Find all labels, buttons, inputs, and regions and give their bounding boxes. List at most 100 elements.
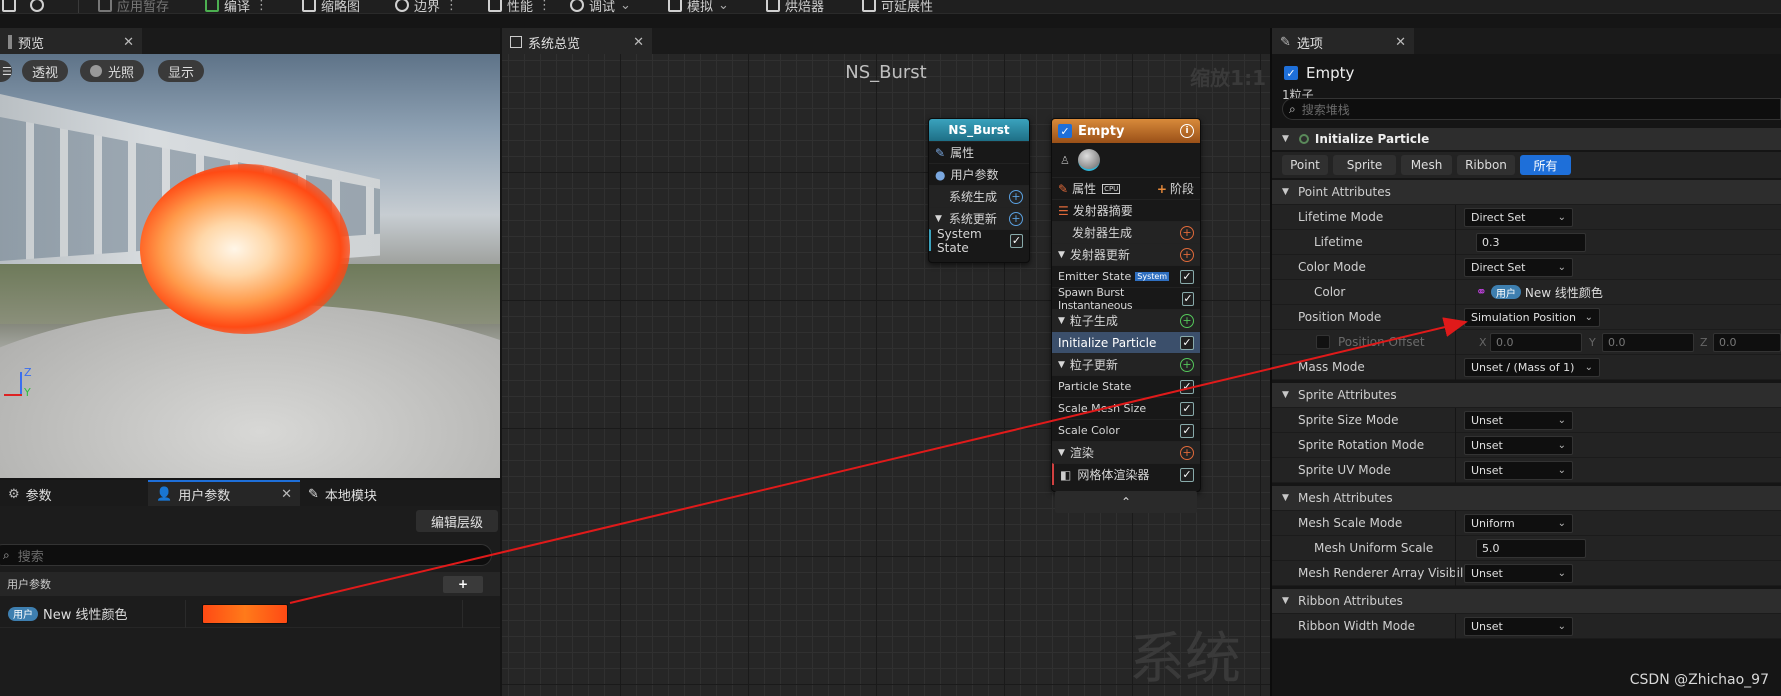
sprite-attributes-category[interactable]: ▼ Sprite Attributes	[1272, 383, 1781, 408]
add-renderer-icon[interactable]: +	[1180, 445, 1194, 460]
emitter-properties-row[interactable]: ✎ 属性 CPU + 阶段	[1052, 177, 1200, 199]
add-module-icon[interactable]: +	[1180, 313, 1194, 328]
collapse-icon[interactable]: ▼	[1282, 596, 1289, 606]
emitter-update-row[interactable]: ▼ 发射器更新 +	[1052, 243, 1200, 265]
system-user-params-row[interactable]: ● 用户参数	[929, 163, 1029, 185]
particle-state-row[interactable]: Particle State ✓	[1052, 375, 1200, 397]
mesh-renderer-row[interactable]: ◧ 网格体渲染器 ✓	[1052, 463, 1200, 485]
close-icon[interactable]: ✕	[1395, 35, 1406, 50]
edit-hierarchy-button[interactable]: 编辑层级	[416, 510, 498, 532]
sprite-size-mode-dropdown[interactable]: Unset ⌄	[1464, 410, 1573, 430]
debug-button[interactable]: 调试 ⌄	[570, 0, 631, 13]
ribbon-attributes-category[interactable]: ▼ Ribbon Attributes	[1272, 589, 1781, 614]
mesh-scale-mode-dropdown[interactable]: Uniform ⌄	[1464, 513, 1573, 533]
lifetime-input[interactable]: 0.3	[1476, 232, 1586, 252]
offset-z-input[interactable]: 0.0	[1713, 333, 1781, 352]
emitter-node-header[interactable]: ✓ Empty i	[1052, 119, 1200, 143]
show-button[interactable]: 显示	[158, 60, 205, 82]
tab-options[interactable]: ✎ 选项 ✕	[1272, 28, 1414, 54]
emitter-state-row[interactable]: Emitter State System ✓	[1052, 265, 1200, 287]
add-param-button[interactable]: +	[443, 575, 483, 593]
emitter-spawn-row[interactable]: 发射器生成 +	[1052, 221, 1200, 243]
emitter-enable-checkbox[interactable]: ✓	[1284, 66, 1298, 80]
lifetime-mode-dropdown[interactable]: Direct Set ⌄	[1464, 207, 1573, 227]
collapse-icon[interactable]: ▼	[1282, 493, 1289, 503]
sprite-rotation-mode-dropdown[interactable]: Unset ⌄	[1464, 435, 1573, 455]
tab-local-modules[interactable]: ✎ 本地模块	[300, 480, 385, 506]
collapse-icon[interactable]: ▼	[1058, 448, 1065, 458]
collapse-icon[interactable]: ▼	[935, 214, 942, 224]
preview-viewport[interactable]: Z Y ☰ 透视 光照 显示	[0, 54, 500, 478]
tab-params[interactable]: ⚙ 参数	[0, 480, 148, 506]
color-binding[interactable]: ⚭ 用户 New 线性颜色	[1476, 280, 1603, 305]
close-icon[interactable]: ✕	[281, 487, 292, 502]
info-icon[interactable]: i	[1180, 124, 1194, 138]
bounds-button[interactable]: 边界 ⋮	[395, 0, 458, 13]
emitter-summary-row[interactable]: ☰ 发射器摘要	[1052, 199, 1200, 221]
add-module-icon[interactable]: +	[1009, 211, 1023, 226]
ribbon-width-mode-dropdown[interactable]: Unset ⌄	[1464, 616, 1573, 636]
emitter-enable-checkbox[interactable]: ✓	[1058, 124, 1072, 138]
filter-point[interactable]: Point	[1282, 155, 1328, 175]
tab-user-params[interactable]: 👤 用户参数 ✕	[148, 480, 300, 506]
mesh-uniform-scale-input[interactable]: 5.0	[1476, 538, 1586, 558]
collapse-icon[interactable]: ▼	[1058, 250, 1065, 260]
params-search-field[interactable]: ⌕ 搜索	[0, 544, 492, 566]
sprite-uv-mode-dropdown[interactable]: Unset ⌄	[1464, 460, 1573, 480]
system-state-checkbox[interactable]: ✓	[1010, 233, 1023, 248]
collapse-icon[interactable]: ▼	[1282, 134, 1289, 144]
filter-sprite[interactable]: Sprite	[1333, 155, 1396, 175]
system-node[interactable]: NS_Burst ✎ 属性 ● 用户参数 系统生成 + ▼ 系统更新 + System S…	[928, 118, 1030, 263]
mesh-renderer-checkbox[interactable]: ✓	[1180, 467, 1194, 482]
viewport-menu-button[interactable]: ☰	[0, 60, 12, 82]
save-icon[interactable]	[2, 0, 16, 13]
lighting-button[interactable]: 光照	[80, 60, 145, 82]
filter-mesh[interactable]: Mesh	[1401, 155, 1452, 175]
user-param-row[interactable]: 用户 New 线性颜色	[0, 600, 500, 628]
stack-search-field[interactable]: ⌕ 搜索堆栈	[1282, 98, 1781, 120]
mesh-renderer-array-visibility-dropdown[interactable]: Unset ⌄	[1464, 563, 1573, 583]
apply-button[interactable]: 应用暂存	[98, 0, 169, 13]
scale-mesh-size-row[interactable]: Scale Mesh Size ✓	[1052, 397, 1200, 419]
simulation-button[interactable]: 模拟 ⌄	[668, 0, 729, 13]
emitter-state-checkbox[interactable]: ✓	[1180, 269, 1194, 284]
collapse-icon[interactable]: ▼	[1282, 390, 1289, 400]
filter-all[interactable]: 所有	[1520, 155, 1571, 175]
close-icon[interactable]: ✕	[633, 35, 644, 50]
module-header[interactable]: ▼ Initialize Particle	[1272, 128, 1781, 150]
offset-y-input[interactable]: 0.0	[1602, 333, 1694, 352]
compile-button[interactable]: 编译 ⋮	[205, 0, 268, 13]
add-stage-button[interactable]: 阶段	[1170, 180, 1194, 197]
particle-spawn-row[interactable]: ▼ 粒子生成 +	[1052, 309, 1200, 331]
filter-ribbon[interactable]: Ribbon	[1457, 155, 1515, 175]
scalability-button[interactable]: 可延展性	[862, 0, 933, 13]
scale-color-row[interactable]: Scale Color ✓	[1052, 419, 1200, 441]
scale-color-checkbox[interactable]: ✓	[1180, 423, 1194, 438]
system-state-row[interactable]: System State ✓	[929, 227, 1029, 255]
tab-system-overview[interactable]: 系统总览 ✕	[502, 28, 652, 54]
system-spawn-row[interactable]: 系统生成 +	[929, 185, 1029, 207]
spawn-burst-checkbox[interactable]: ✓	[1181, 291, 1194, 306]
collapse-node-button[interactable]: ⌃	[1055, 491, 1197, 513]
initialize-particle-row[interactable]: Initialize Particle ✓	[1052, 331, 1200, 353]
scale-mesh-size-checkbox[interactable]: ✓	[1180, 401, 1194, 416]
collapse-icon[interactable]: ▼	[1282, 187, 1289, 197]
spawn-burst-row[interactable]: Spawn Burst Instantaneous ✓	[1052, 286, 1200, 312]
add-module-icon[interactable]: +	[1009, 189, 1023, 204]
emitter-node[interactable]: ✓ Empty i ♙ ✎ 属性 CPU + 阶段 ☰ 发射器摘要 发射器生成 + ▼ 发射器…	[1051, 118, 1201, 513]
system-properties-row[interactable]: ✎ 属性	[929, 141, 1029, 163]
param-color-swatch[interactable]	[202, 604, 288, 624]
thumbnail-button[interactable]: 缩略图	[302, 0, 360, 13]
perspective-button[interactable]: 透视	[22, 60, 69, 82]
particle-state-checkbox[interactable]: ✓	[1180, 379, 1194, 394]
position-offset-checkbox[interactable]	[1316, 335, 1330, 349]
browse-icon[interactable]	[30, 0, 44, 13]
mesh-attributes-category[interactable]: ▼ Mesh Attributes	[1272, 486, 1781, 511]
close-icon[interactable]: ✕	[123, 35, 134, 50]
render-row[interactable]: ▼ 渲染 +	[1052, 441, 1200, 463]
position-mode-dropdown[interactable]: Simulation Position ⌄	[1464, 307, 1600, 327]
mass-mode-dropdown[interactable]: Unset / (Mass of 1) ⌄	[1464, 357, 1600, 377]
performance-button[interactable]: 性能 ⋮	[488, 0, 551, 13]
add-module-icon[interactable]: +	[1180, 225, 1194, 240]
baker-button[interactable]: 烘焙器	[766, 0, 824, 13]
